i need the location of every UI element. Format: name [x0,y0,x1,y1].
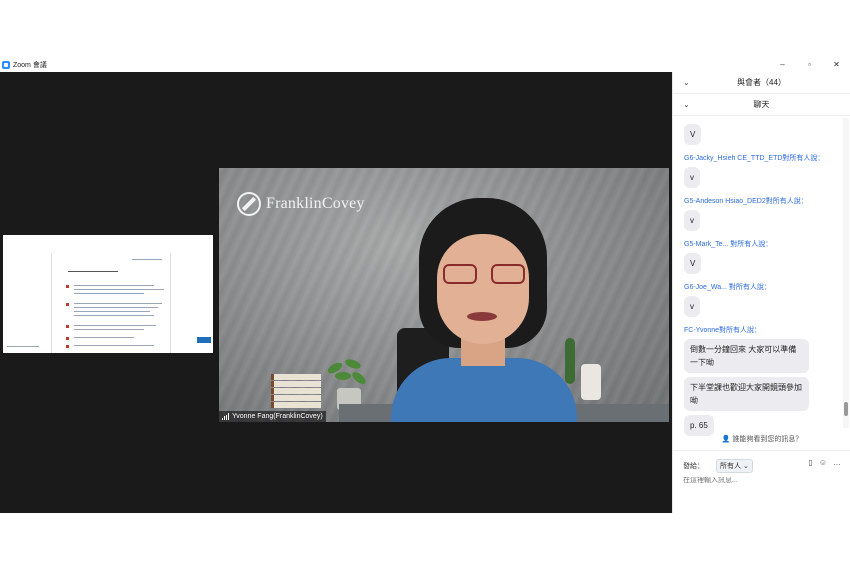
minimize-icon[interactable]: – [769,58,796,72]
chat-compose: 發給： 所有人 ⌄ ▯ ☺ … [673,450,850,513]
close-icon[interactable]: ✕ [823,58,850,72]
chat-message: G5-Andeson Hsiao_DED2對所有人說： v [673,196,845,231]
chat-message: 下半堂課也歡迎大家開鏡頭參加呦 [673,377,845,411]
recipient-dropdown[interactable]: 所有人 ⌄ [716,459,753,473]
file-icon[interactable]: ▯ [808,458,812,467]
book-stack [271,374,321,410]
message-bubble: 下半堂課也歡迎大家開鏡頭參加呦 [684,377,809,411]
participant-name: Yvonne Fang(FranklinCovey) [232,413,323,420]
chat-messages[interactable]: V G6-Jacky_Hsieh CE_TTD_ETD對所有人說： v G5-A… [673,118,845,438]
message-bubble: 倒數一分鐘回來 大家可以準備一下呦 [684,339,809,373]
cactus [565,338,575,384]
message-sender: G5-Mark_Te... 對所有人說： [684,241,773,248]
restore-icon[interactable]: ▫ [796,58,823,72]
franklincovey-logo: FranklinCovey [237,192,365,216]
speaker-video[interactable]: FranklinCovey Yvonne Fang(FranklinCovey) [219,168,669,422]
chat-header[interactable]: ⌄ 聊天 [673,94,850,116]
shared-screen-thumbnail[interactable] [3,235,213,353]
message-sender: G6-Joe_Wa... 對所有人說： [684,284,771,291]
window-title: Zoom 會議 [13,62,47,69]
chevron-down-icon: ⌄ [742,463,749,470]
chat-message: G5-Mark_Te... 對所有人說： V [673,239,845,274]
zoom-logo-icon [2,61,10,69]
chat-scroll-track[interactable] [843,118,849,428]
zoom-window: Zoom 會議 – ▫ ✕ FranklinCovey Yvonne Fang(… [0,58,850,513]
message-sender: G5-Andeson Hsiao_DED2對所有人說： [684,198,808,205]
chat-scrollbar[interactable] [844,402,848,416]
send-to-label: 發給： [683,463,704,470]
emoji-icon[interactable]: ☺ [819,458,827,467]
chevron-down-icon[interactable]: ⌄ [683,100,690,109]
chat-message: V [673,124,845,145]
message-sender: FC-Yvonne對所有人說： [684,327,762,334]
participants-header[interactable]: ⌄ 與會者（44） [673,72,850,94]
chevron-down-icon[interactable]: ⌄ [683,78,690,87]
title-bar: Zoom 會議 – ▫ ✕ [0,58,850,72]
message-bubble: p. 65 [684,415,714,436]
message-sender: G6-Jacky_Hsieh CE_TTD_ETD對所有人說： [684,155,825,162]
chat-label: 聊天 [753,100,770,109]
send-to-row: 發給： 所有人 ⌄ [683,459,753,473]
participant-name-label: Yvonne Fang(FranklinCovey) [219,411,326,422]
participants-label: 與會者（44） [737,78,786,87]
message-bubble: V [684,253,702,274]
side-panel: ⌄ 與會者（44） ⌄ 聊天 V G6-Jacky_Hsieh CE_TTD_E… [672,72,850,513]
vase [581,364,601,400]
chat-message: G6-Jacky_Hsieh CE_TTD_ETD對所有人說： v [673,153,845,188]
person-icon: 👤 [721,436,731,443]
chat-input[interactable] [683,477,838,484]
chat-tools: ▯ ☺ … [808,458,841,467]
message-bubble: v [684,210,700,231]
message-bubble: v [684,167,700,188]
chat-message: G6-Joe_Wa... 對所有人說： v [673,282,845,317]
window-controls: – ▫ ✕ [769,58,850,72]
who-can-see-link[interactable]: 👤 誰能夠看到您的訊息？ [673,434,850,444]
compass-icon [237,192,261,216]
speaker-person [391,198,577,422]
meeting-stage: FranklinCovey Yvonne Fang(FranklinCovey) [0,72,672,513]
signal-bars-icon [222,413,229,420]
brand-wordmark: FranklinCovey [266,195,365,212]
message-bubble: v [684,296,700,317]
page-tag [197,337,211,343]
chat-message: FC-Yvonne對所有人說： 倒數一分鐘回來 大家可以準備一下呦 [673,325,845,373]
shared-document-page [51,253,171,353]
chat-message: p. 65 [673,415,845,436]
more-icon[interactable]: … [833,458,841,467]
document-footer [7,346,39,347]
message-bubble: V [684,124,702,145]
